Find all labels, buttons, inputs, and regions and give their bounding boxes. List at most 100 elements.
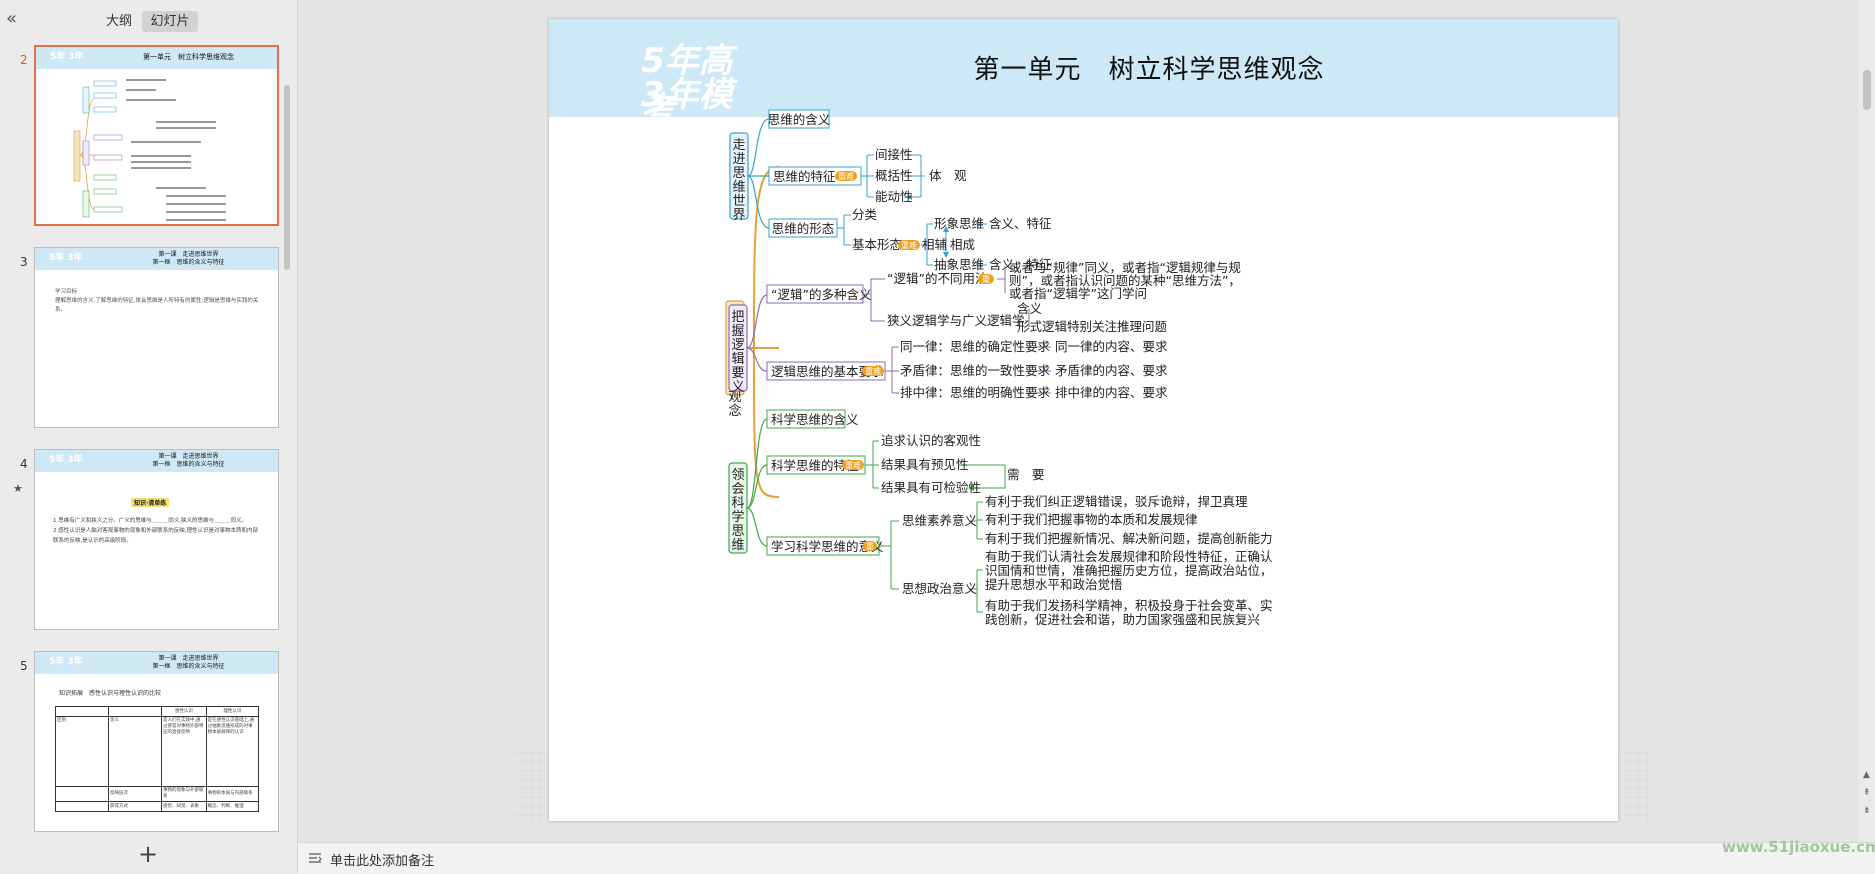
- table-cell: 感觉、知觉、表象: [161, 801, 207, 812]
- political: 思想政治意义: [902, 581, 978, 596]
- thumbnail-body: 学习目标 理解思维的含义,了解思维的特征,体会思维是人所特有的属性;逻辑是思维与…: [55, 289, 259, 313]
- next-page-icon[interactable]: ⇟: [1863, 806, 1871, 816]
- thumbnail-number: 2: [20, 53, 28, 67]
- law-2-content: 矛盾律的内容、要求: [1055, 363, 1168, 378]
- slide-thumbnail-3[interactable]: 5年 3年 第一课 走进思维世界 第一框 思维的含义与特征 学习目标 理解思维的…: [34, 247, 279, 428]
- table-cell: 事物的本质与内部联系: [205, 786, 260, 802]
- canvas-scrollbar[interactable]: ▲ ⇞ ⇟: [1858, 0, 1875, 842]
- usage: “逻辑”的不同用法: [887, 271, 987, 286]
- trait-2: 概括性: [875, 168, 913, 183]
- usage-text-3: 或者指“逻辑学”这门学问: [1009, 286, 1147, 301]
- narrow-b: 形式逻辑特别关注推理问题: [1017, 319, 1168, 334]
- thumbnail-tag: 知识·清单练: [131, 498, 170, 507]
- table-cell: [55, 786, 109, 802]
- thumbnail-body: 知识拓展 感性认识与理性认识的比较: [59, 690, 162, 697]
- thumbnail-mindmap-preview: [73, 79, 226, 221]
- image-thinking: 形象思维: [934, 216, 984, 231]
- slide-thumbnail-5[interactable]: 5年 3年 第一课 走进思维世界 第一框 思维的含义与特征 知识拓展 感性认识与…: [34, 651, 279, 832]
- star-icon[interactable]: ★: [13, 482, 23, 495]
- trait-1: 间接性: [875, 147, 913, 162]
- badge-text: 重难: [865, 366, 881, 376]
- table-cell: [108, 706, 162, 717]
- political-b-2: 践创新，促进社会和谐，助力国家强盛和民族复兴: [985, 612, 1260, 627]
- law-3-content: 排中律的内容、要求: [1055, 385, 1168, 400]
- badge-text: 重: [866, 541, 874, 551]
- canvas-scrollbar-thumb[interactable]: [1863, 70, 1871, 110]
- narrow-a: 含义: [1017, 301, 1043, 316]
- badge-text: 重: [982, 274, 990, 284]
- law-3: 排中律：思维的明确性要求: [900, 385, 1051, 400]
- thumbnail-logo: 5年 3年: [49, 455, 83, 465]
- table-cell: [55, 801, 109, 812]
- feature-2: 结果具有预见性: [881, 457, 969, 472]
- prev-page-icon[interactable]: ⇞: [1863, 788, 1871, 798]
- image-detail: 含义、特征: [989, 216, 1052, 231]
- political-a-1: 有助于我们认清社会发展规律和阶段性特征，正确认: [985, 549, 1273, 564]
- basic-form: 基本形态: [852, 237, 902, 252]
- thumbnail-title: 第一单元 树立科学思维观念: [143, 53, 234, 61]
- tab-slides[interactable]: 幻灯片: [142, 11, 198, 32]
- table-cell: [55, 706, 109, 717]
- table-cell: 是在感性认识基础上,通过抽象思维形成的对事物本质规律的认识: [205, 716, 260, 787]
- thumbnail-logo: 5年 3年: [49, 253, 83, 263]
- literacy-item-2: 有利于我们把握事物的本质和发展规律: [985, 512, 1198, 527]
- table-cell: 反映层次: [108, 786, 162, 802]
- thumbnail-title: 第一课 走进思维世界 第一框 思维的含义与特征: [152, 453, 225, 468]
- political-a-3: 提升思想水平和政治觉悟: [985, 577, 1123, 592]
- notes-icon: [309, 853, 322, 863]
- thumbnail-number: 5: [20, 659, 28, 673]
- relation-b: 相成: [950, 237, 975, 252]
- root-to-branch1: [753, 166, 780, 349]
- thumbnail-scrollbar[interactable]: [284, 85, 290, 270]
- literacy-item-3: 有利于我们把握新情况、解决新问题，提高创新能力: [985, 531, 1273, 546]
- badge-text: 重难: [901, 240, 917, 250]
- table-cell: 含义: [108, 716, 162, 787]
- thumbnail-logo: 5年 3年: [50, 52, 84, 62]
- thumbnail-logo: 5年 3年: [49, 657, 83, 667]
- law-1: 同一律：思维的确定性要求: [900, 339, 1051, 354]
- thumbnail-title: 第一课 走进思维世界 第一框 思维的含义与特征: [152, 655, 225, 670]
- notes-placeholder[interactable]: 单击此处添加备注: [330, 850, 434, 869]
- abstract-thinking: 抽象思维: [934, 257, 984, 272]
- table-header: 理性认识: [205, 706, 260, 717]
- feature-3: 结果具有可检验性: [881, 480, 981, 495]
- thumbnail-number: 3: [20, 255, 28, 269]
- table-cell: 概念、判断、推理: [205, 801, 260, 812]
- b1-n3: 思维的形态: [772, 221, 835, 236]
- trait-3: 能动性: [875, 189, 913, 204]
- thumbnail-number: 4: [20, 457, 28, 471]
- tab-outline[interactable]: 大纲: [98, 11, 140, 32]
- slide-thumbnail-4[interactable]: 5年 3年 第一课 走进思维世界 第一框 思维的含义与特征 知识·清单练 1.思…: [34, 449, 279, 630]
- traits-result: 体 观: [929, 168, 967, 183]
- table-cell: 是人们在实践中,通过感官对事物外部特征的直接反映: [161, 716, 207, 787]
- narrow: 狭义逻辑学与广义逻辑学: [887, 313, 1025, 328]
- slide-thumbnail-2[interactable]: 5年 3年 第一单元 树立科学思维观念: [34, 45, 279, 226]
- branch1-label: 走进思维世界: [732, 138, 745, 223]
- current-slide[interactable]: 5年高考 3年模拟 第一单元 树立科学思维观念 树立科学思维观念 走进思维世界 …: [549, 19, 1618, 821]
- table-cell: 区别: [55, 716, 109, 787]
- law-2: 矛盾律：思维的一致性要求: [900, 363, 1051, 378]
- table-header: 感性认识: [161, 706, 207, 717]
- b1-n2: 思维的特征: [773, 169, 836, 184]
- thumbnail-table: 感性认识 理性认识 区别 含义 是人们在实践中,通过感官对事物外部特征的直接反映 是在感…: [55, 706, 260, 812]
- mind-map: 树立科学思维观念 走进思维世界 思维的含义 思维的特征 重难: [725, 109, 1273, 627]
- political-a-2: 识国情和世情，准确把握历史方位，提高政治站位，: [985, 563, 1273, 578]
- badge-text: 重难: [838, 171, 854, 181]
- thumbnail-body: 1.思维有广义和狭义之分。广义的思维与＿＿＿同义,狭义的思维与＿＿＿同义。 2.…: [53, 518, 258, 544]
- scroll-up-icon[interactable]: ▲: [1863, 770, 1870, 780]
- notes-bar[interactable]: 单击此处添加备注: [298, 842, 1875, 874]
- b1-n1: 思维的含义: [768, 112, 831, 127]
- literacy: 思维素养意义: [902, 513, 978, 528]
- add-slide-icon[interactable]: +: [138, 842, 158, 866]
- watermark: www.51jiaoxue.cn: [1722, 838, 1875, 856]
- literacy-item-1: 有利于我们纠正逻辑错误，驳斥诡辩，捍卫真理: [985, 494, 1248, 509]
- slide-thumbnail-panel: « 大纲 幻灯片 2 5年 3年 第一单元 树立科学思维观念 3 5年 3年 第…: [0, 0, 298, 873]
- feature-1: 追求认识的客观性: [881, 433, 981, 448]
- law-1-content: 同一律的内容、要求: [1055, 339, 1168, 354]
- table-cell: 事物的现象与外部联系: [161, 786, 207, 802]
- b2-n1: “逻辑”的多种含义: [771, 287, 872, 302]
- collapse-panel-icon[interactable]: «: [6, 10, 17, 28]
- table-cell: 获得方式: [108, 801, 162, 812]
- political-b-1: 有助于我们发扬科学精神，积极投身于社会变革、实: [985, 598, 1273, 613]
- slide-canvas: 5年高考 3年模拟 第一单元 树立科学思维观念 树立科学思维观念 走进思维世界 …: [298, 0, 1858, 842]
